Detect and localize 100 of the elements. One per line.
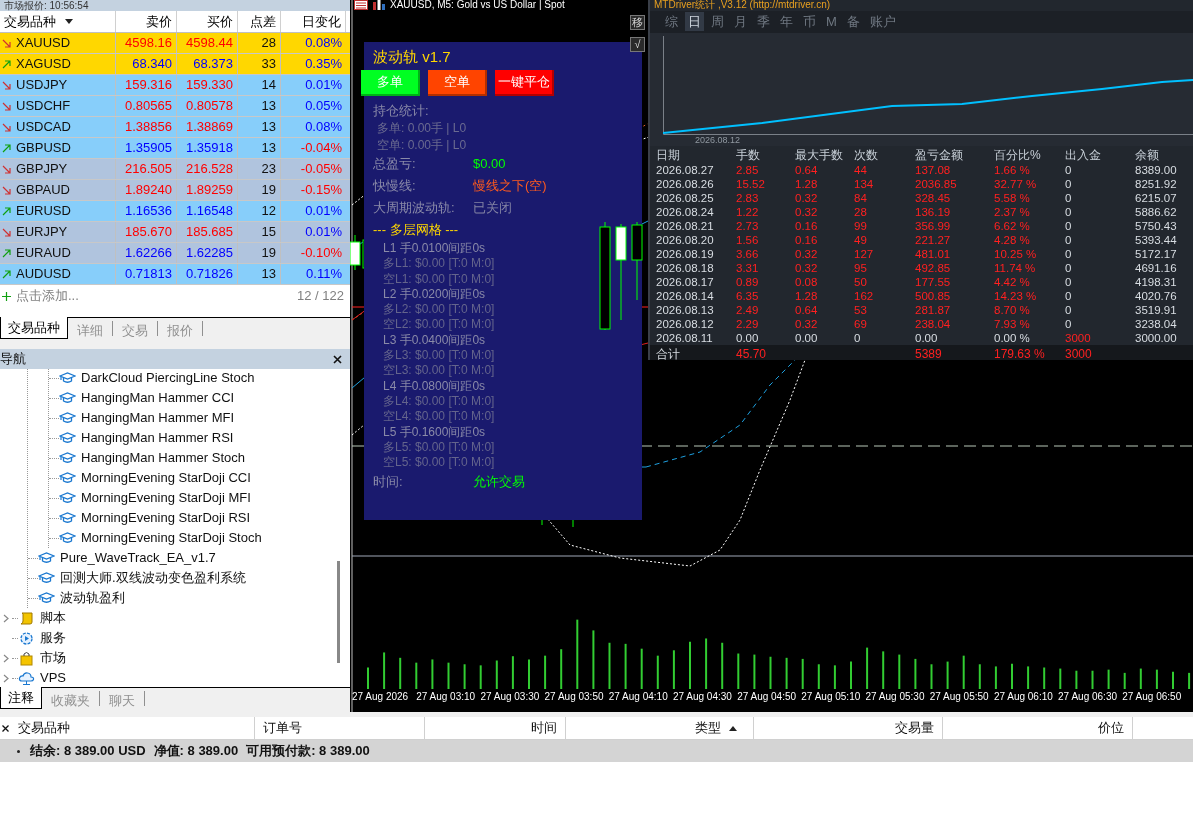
table-cell-text: 136.19 — [915, 205, 952, 219]
quote-row[interactable]: AUDUSD 0.71813 0.71826 13 0.11% — [0, 264, 350, 285]
column-header[interactable]: 订单号 — [263, 718, 302, 738]
balance-text: 净值: 8 389.00 — [153, 742, 239, 761]
price-value: 185.685 — [186, 223, 233, 242]
table-cell-text: 14.23 % — [994, 289, 1038, 303]
navigator-item[interactable]: HangingMan Hammer CCI — [59, 388, 235, 408]
quote-row[interactable]: XAGUSD 68.340 68.373 33 0.35% — [0, 54, 350, 75]
spread-value: 19 — [261, 181, 276, 200]
table-cell-text: 11.74 % — [994, 261, 1037, 275]
navigator-item[interactable]: MorningEvening StarDoji Stoch — [59, 528, 262, 548]
table-cell-text: 2036.85 — [915, 177, 958, 191]
navigator-item[interactable]: Pure_WaveTrack_EA_v1.7 — [38, 548, 216, 568]
time-axis-label: 27 Aug 03:10 — [416, 691, 477, 703]
column-header: 日期 — [656, 147, 681, 164]
chart-tool-button[interactable]: 移 — [630, 15, 645, 30]
quote-row[interactable]: EURUSD 1.16536 1.16548 12 0.01% — [0, 201, 350, 222]
quote-row[interactable]: EURAUD 1.62266 1.62285 19 -0.10% — [0, 243, 350, 264]
column-header[interactable]: 类型 — [695, 718, 721, 738]
navigator-item[interactable]: MorningEvening StarDoji MFI — [59, 488, 251, 508]
status-value: 已关闭 — [473, 199, 512, 218]
navigator-item[interactable]: 脚本 — [18, 608, 66, 628]
change-value: -0.10% — [300, 244, 342, 263]
table-cell-text: 1.66 % — [994, 163, 1031, 177]
symbol-name: AUDUSD — [16, 265, 71, 284]
column-header[interactable]: 交易量 — [895, 718, 934, 738]
column-header[interactable]: 卖价 — [146, 11, 172, 32]
time-axis-label: 27 Aug 04:10 — [608, 691, 669, 703]
navigator-item[interactable]: 回测大师.双线波动变色盈利系统 — [38, 568, 246, 588]
price-value: 159.330 — [186, 76, 233, 95]
status-label: 总盈亏: — [373, 155, 417, 174]
symbol-name: GBPAUD — [16, 181, 70, 200]
quote-row[interactable]: GBPJPY 216.505 216.528 23 -0.05% — [0, 159, 350, 180]
quote-row[interactable]: GBPAUD 1.89240 1.89259 19 -0.15% — [0, 180, 350, 201]
table-cell-text: 3000 — [1065, 346, 1093, 363]
time-axis-label: 27 Aug 06:30 — [1058, 691, 1118, 703]
table-cell-text: 4.42 % — [994, 275, 1031, 289]
tab[interactable]: 账户 — [866, 12, 899, 32]
navigator-item[interactable]: VPS — [18, 668, 66, 687]
quote-row[interactable]: EURJPY 185.670 185.685 15 0.01% — [0, 222, 350, 243]
quote-row[interactable]: USDCHF 0.80565 0.80578 13 0.05% — [0, 96, 350, 117]
column-header[interactable]: 点差 — [250, 11, 276, 32]
column-header[interactable]: 交易品种 — [18, 718, 70, 738]
table-cell-text: 127 — [854, 247, 875, 261]
add-symbol-link[interactable]: 点击添加... — [16, 286, 79, 306]
table-cell-text: 95 — [854, 261, 868, 275]
column-header[interactable]: 日变化 — [302, 11, 341, 32]
tab[interactable]: 备 — [843, 12, 863, 32]
chart-tool-button[interactable]: √ — [630, 37, 645, 52]
table-cell-text: 0.89 — [736, 275, 760, 289]
tab[interactable]: 日 — [685, 12, 704, 32]
quote-row[interactable]: USDJPY 159.316 159.330 14 0.01% — [0, 75, 350, 96]
graduation-cap-icon — [59, 530, 76, 546]
column-header[interactable]: 价位 — [1098, 718, 1124, 738]
navigator-item[interactable]: DarkCloud PiercingLine Stoch — [59, 369, 255, 388]
column-header[interactable]: 交易品种 — [4, 11, 56, 32]
table-cell-text: 0.00 — [915, 331, 939, 345]
tab[interactable]: 周 — [708, 12, 727, 32]
section-heading: --- 多层网格 --- — [373, 221, 459, 239]
quote-row[interactable]: USDCAD 1.38856 1.38869 13 0.08% — [0, 117, 350, 138]
navigator-item[interactable]: 波动轨盈利 — [38, 588, 125, 608]
spread-value: 13 — [261, 139, 276, 158]
tab[interactable]: 币 — [800, 12, 819, 32]
quote-row[interactable]: XAUUSD 4598.16 4598.44 28 0.08% — [0, 33, 350, 54]
table-cell-text: 合计 — [656, 346, 681, 363]
navigator-item[interactable]: 服务 — [18, 628, 66, 648]
table-cell-text: 2026.08.19 — [656, 247, 715, 261]
quote-row[interactable]: GBPUSD 1.35905 1.35918 13 -0.04% — [0, 138, 350, 159]
tab[interactable]: 综 — [662, 12, 681, 32]
graduation-cap-icon — [59, 510, 76, 526]
time-axis-label: 27 Aug 06:50 — [1122, 691, 1183, 703]
navigator-item[interactable]: 市场 — [18, 648, 66, 668]
tab[interactable]: 注释 — [0, 687, 42, 709]
table-cell-text: 4020.76 — [1135, 289, 1178, 303]
navigator-item[interactable]: HangingMan Hammer MFI — [59, 408, 235, 428]
navigator-item[interactable]: HangingMan Hammer Stoch — [59, 448, 246, 468]
table-cell-text: 492.85 — [915, 261, 952, 275]
navigator-item[interactable]: MorningEvening StarDoji RSI — [59, 508, 251, 528]
tab[interactable]: 季 — [754, 12, 773, 32]
change-value: 0.08% — [305, 34, 342, 53]
symbol-name: EURAUD — [16, 244, 71, 263]
spread-value: 33 — [261, 55, 276, 74]
table-cell-text: 5886.62 — [1135, 205, 1178, 219]
column-header[interactable]: 买价 — [207, 11, 233, 32]
change-value: 0.01% — [305, 223, 342, 242]
trade-button[interactable]: 一键平仓 — [495, 70, 554, 96]
table-cell-text: 4198.31 — [1135, 275, 1178, 289]
price-value: 1.89259 — [186, 181, 233, 200]
tab[interactable]: 交易品种 — [0, 317, 68, 339]
tab[interactable]: 月 — [731, 12, 750, 32]
scrollbar[interactable] — [337, 561, 340, 663]
table-cell-text: 0 — [1065, 317, 1073, 331]
price-value: 1.35905 — [125, 139, 172, 158]
navigator-item[interactable]: HangingMan Hammer RSI — [59, 428, 234, 448]
graduation-cap-icon — [38, 550, 55, 566]
navigator-item[interactable]: MorningEvening StarDoji CCI — [59, 468, 251, 488]
tab[interactable]: M — [823, 12, 840, 32]
column-header[interactable]: 时间 — [531, 718, 557, 738]
table-cell-text: 45.70 — [736, 346, 768, 363]
tab[interactable]: 年 — [777, 12, 796, 32]
